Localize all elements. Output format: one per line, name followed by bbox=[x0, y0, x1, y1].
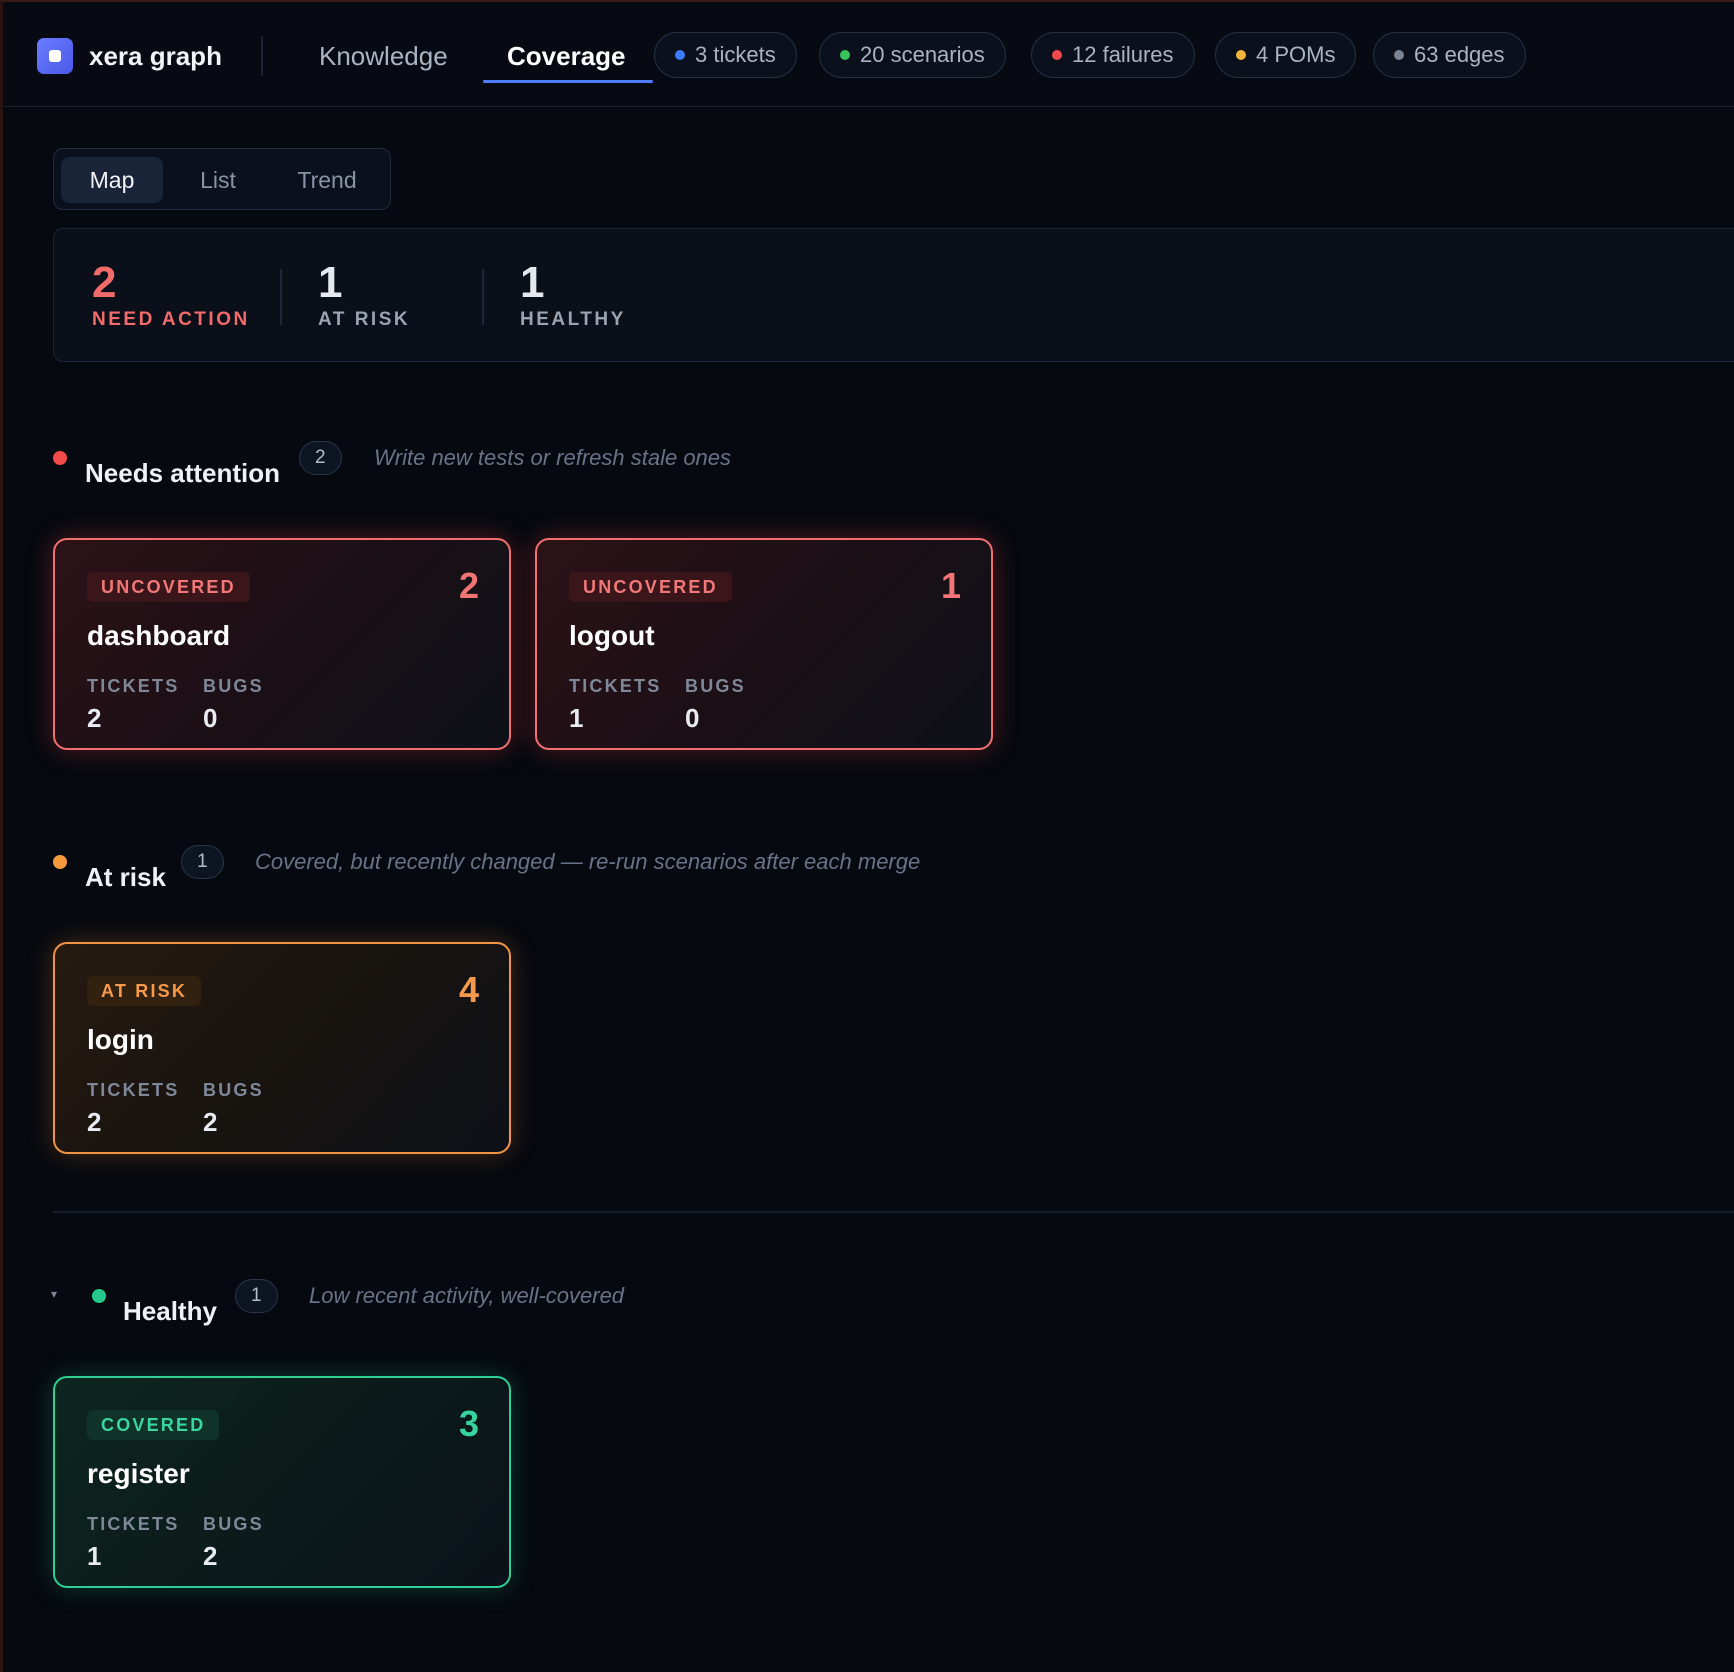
status-dot-icon bbox=[53, 855, 67, 869]
section-count-badge: 1 bbox=[181, 845, 224, 879]
section-count-badge: 2 bbox=[299, 441, 342, 475]
summary-divider bbox=[482, 269, 484, 325]
summary-label: HEALTHY bbox=[520, 309, 626, 330]
metric-value: 1 bbox=[569, 703, 584, 733]
stat-pill-scenarios[interactable]: 20 scenarios bbox=[819, 32, 1006, 78]
stat-pill-label: 20 scenarios bbox=[860, 42, 985, 67]
status-dot-icon bbox=[840, 50, 850, 60]
tickets-metric: TICKETS 1 bbox=[87, 1514, 179, 1572]
metric-value: 0 bbox=[203, 703, 218, 733]
card-score: 4 bbox=[458, 969, 479, 1010]
metric-label: TICKETS bbox=[87, 1514, 180, 1534]
summary-value: 2 bbox=[92, 258, 117, 307]
bugs-metric: BUGS 0 bbox=[685, 676, 746, 734]
summary-need-action: 2 NEED ACTION bbox=[92, 259, 250, 331]
bugs-metric: BUGS 0 bbox=[203, 676, 264, 734]
metric-value: 2 bbox=[203, 1541, 218, 1571]
section-hint: Low recent activity, well-covered bbox=[309, 1283, 625, 1308]
metric-label: BUGS bbox=[203, 1514, 264, 1534]
metric-label: BUGS bbox=[203, 1080, 264, 1100]
status-dot-icon bbox=[92, 1289, 106, 1303]
section-title-needs-attention: Needs attention bbox=[85, 458, 281, 488]
tab-knowledge[interactable]: Knowledge bbox=[319, 34, 448, 78]
header-divider bbox=[261, 36, 263, 76]
coverage-card-logout[interactable]: UNCOVERED 1 logout TICKETS 1 BUGS 0 bbox=[535, 538, 993, 750]
stat-pill-label: 12 failures bbox=[1072, 42, 1174, 67]
summary-panel: 2 NEED ACTION 1 AT RISK 1 HEALTHY bbox=[53, 228, 1734, 362]
view-switcher: Map List Trend bbox=[53, 148, 391, 210]
active-tab-indicator bbox=[483, 80, 653, 83]
metric-label: TICKETS bbox=[569, 676, 662, 696]
tickets-metric: TICKETS 2 bbox=[87, 1080, 179, 1138]
stat-pill-label: 63 edges bbox=[1414, 42, 1505, 67]
bugs-metric: BUGS 2 bbox=[203, 1080, 264, 1138]
card-title: register bbox=[87, 1458, 190, 1489]
status-badge: AT RISK bbox=[87, 976, 202, 1006]
metric-value: 2 bbox=[87, 703, 102, 733]
tab-coverage[interactable]: Coverage bbox=[507, 34, 626, 78]
view-map-button[interactable]: Map bbox=[61, 157, 163, 203]
app-brand: xera graph bbox=[89, 41, 222, 71]
summary-healthy: 1 HEALTHY bbox=[520, 259, 626, 331]
tickets-metric: TICKETS 2 bbox=[87, 676, 179, 734]
summary-value: 1 bbox=[520, 258, 545, 307]
metric-value: 2 bbox=[203, 1107, 218, 1137]
section-title-healthy: Healthy bbox=[123, 1296, 217, 1326]
app-window: xera graph Knowledge Coverage 3 tickets … bbox=[0, 0, 1734, 1672]
stat-pill-failures[interactable]: 12 failures bbox=[1031, 32, 1195, 78]
metric-label: BUGS bbox=[203, 676, 264, 696]
section-hint: Covered, but recently changed — re-run s… bbox=[255, 849, 921, 874]
card-score: 3 bbox=[458, 1403, 479, 1444]
summary-divider bbox=[280, 269, 282, 325]
summary-label: AT RISK bbox=[318, 309, 411, 330]
stat-pill-poms[interactable]: 4 POMs bbox=[1215, 32, 1357, 78]
stat-pill-label: 4 POMs bbox=[1256, 42, 1336, 67]
section-divider bbox=[53, 1211, 1734, 1213]
summary-at-risk: 1 AT RISK bbox=[318, 259, 410, 331]
stat-pill-label: 3 tickets bbox=[695, 42, 776, 67]
coverage-card-login[interactable]: AT RISK 4 login TICKETS 2 BUGS 2 bbox=[53, 942, 511, 1154]
metric-label: BUGS bbox=[685, 676, 746, 696]
tickets-metric: TICKETS 1 bbox=[569, 676, 661, 734]
card-title: dashboard bbox=[87, 620, 231, 651]
metric-value: 2 bbox=[87, 1107, 102, 1137]
metric-value: 0 bbox=[685, 703, 700, 733]
stat-pill-edges[interactable]: 63 edges bbox=[1373, 32, 1526, 78]
status-badge: COVERED bbox=[87, 1410, 220, 1440]
status-badge: UNCOVERED bbox=[87, 572, 250, 602]
view-list-button[interactable]: List bbox=[170, 157, 266, 203]
section-hint: Write new tests or refresh stale ones bbox=[374, 445, 732, 470]
section-title-at-risk: At risk bbox=[85, 862, 166, 892]
summary-label: NEED ACTION bbox=[92, 309, 250, 330]
card-title: login bbox=[87, 1024, 154, 1055]
top-bar: xera graph Knowledge Coverage 3 tickets … bbox=[3, 2, 1734, 107]
status-dot-icon bbox=[675, 50, 685, 60]
view-trend-button[interactable]: Trend bbox=[272, 157, 382, 203]
summary-value: 1 bbox=[318, 258, 343, 307]
card-score: 1 bbox=[940, 565, 961, 606]
card-score: 2 bbox=[458, 565, 479, 606]
status-badge: UNCOVERED bbox=[569, 572, 732, 602]
card-title: logout bbox=[569, 620, 655, 651]
metric-label: TICKETS bbox=[87, 676, 180, 696]
status-dot-icon bbox=[1052, 50, 1062, 60]
coverage-card-dashboard[interactable]: UNCOVERED 2 dashboard TICKETS 2 BUGS 0 bbox=[53, 538, 511, 750]
coverage-card-register[interactable]: COVERED 3 register TICKETS 1 BUGS 2 bbox=[53, 1376, 511, 1588]
status-dot-icon bbox=[53, 451, 67, 465]
metric-label: TICKETS bbox=[87, 1080, 180, 1100]
app-logo-icon bbox=[37, 38, 73, 74]
bugs-metric: BUGS 2 bbox=[203, 1514, 264, 1572]
stat-pill-tickets[interactable]: 3 tickets bbox=[654, 32, 797, 78]
status-dot-icon bbox=[1236, 50, 1246, 60]
metric-value: 1 bbox=[87, 1541, 102, 1571]
section-count-badge: 1 bbox=[235, 1279, 278, 1313]
collapse-caret-icon[interactable]: ▾ bbox=[51, 1287, 57, 1301]
status-dot-icon bbox=[1394, 50, 1404, 60]
